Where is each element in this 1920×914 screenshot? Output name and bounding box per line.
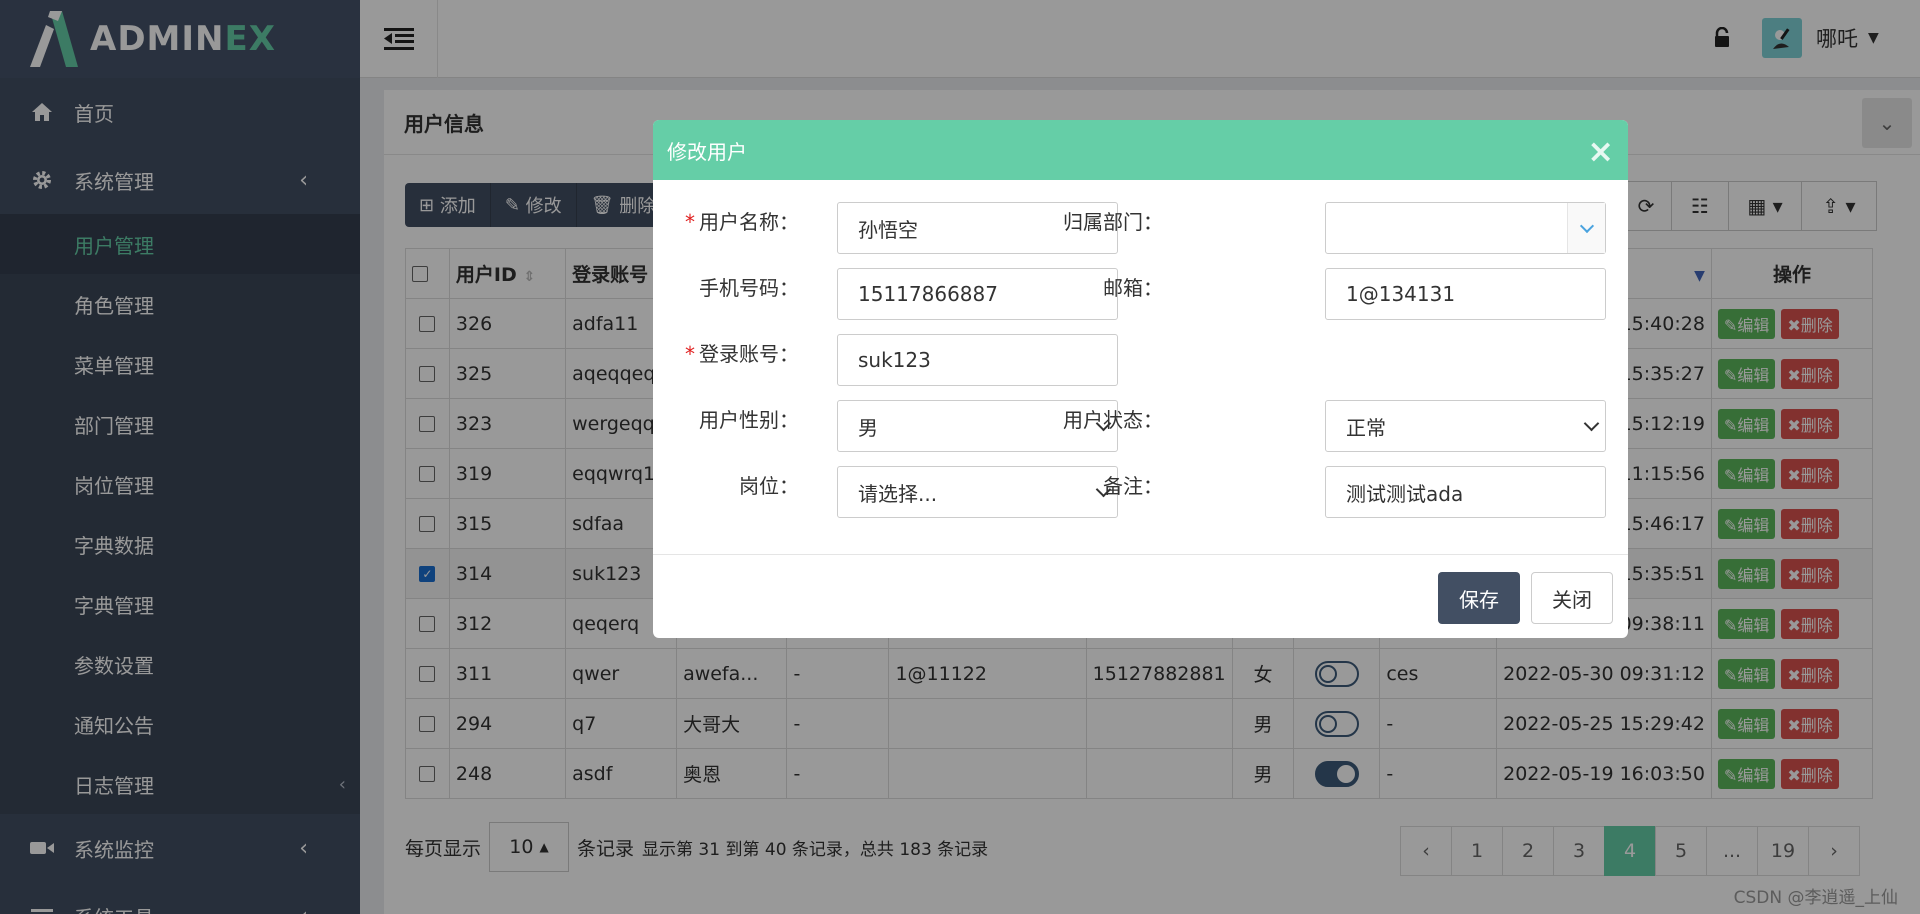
phone-label: 手机号码： <box>699 276 799 300</box>
remark-label: 备注： <box>1103 474 1163 498</box>
chevron-down-icon <box>1567 203 1605 253</box>
close-button[interactable]: 关闭 <box>1531 572 1613 624</box>
email-field[interactable]: 1@134131 <box>1325 268 1606 320</box>
dept-select[interactable] <box>1325 202 1606 254</box>
status-label: 用户状态： <box>1063 408 1163 432</box>
modal-header: 修改用户 × <box>653 120 1628 180</box>
email-value: 1@134131 <box>1346 282 1456 306</box>
login-value: suk123 <box>858 348 931 372</box>
status-select[interactable]: 正常 <box>1325 400 1606 452</box>
dept-label: 归属部门： <box>1063 210 1163 234</box>
phone-value: 15117866887 <box>858 282 998 306</box>
edit-user-modal: 修改用户 × * 用户名称： 孙悟空 归属部门： 手机号码： 1511786688… <box>653 120 1628 638</box>
login-field[interactable]: suk123 <box>837 334 1118 386</box>
sex-value: 男 <box>858 415 878 440</box>
status-value: 正常 <box>1346 415 1386 440</box>
save-button[interactable]: 保存 <box>1438 572 1520 624</box>
post-value: 请选择... <box>858 481 938 506</box>
username-value: 孙悟空 <box>858 217 918 242</box>
remark-value: 测试测试ada <box>1346 481 1464 506</box>
remark-field[interactable]: 测试测试ada <box>1325 466 1606 518</box>
username-label: * 用户名称： <box>685 210 799 234</box>
post-label: 岗位： <box>739 474 799 498</box>
login-label: * 登录账号： <box>685 342 799 366</box>
sex-label: 用户性别： <box>699 408 799 432</box>
modal-divider <box>653 554 1628 555</box>
modal-title: 修改用户 <box>667 139 747 164</box>
close-icon[interactable]: × <box>1587 132 1614 170</box>
email-label: 邮箱： <box>1103 276 1163 300</box>
